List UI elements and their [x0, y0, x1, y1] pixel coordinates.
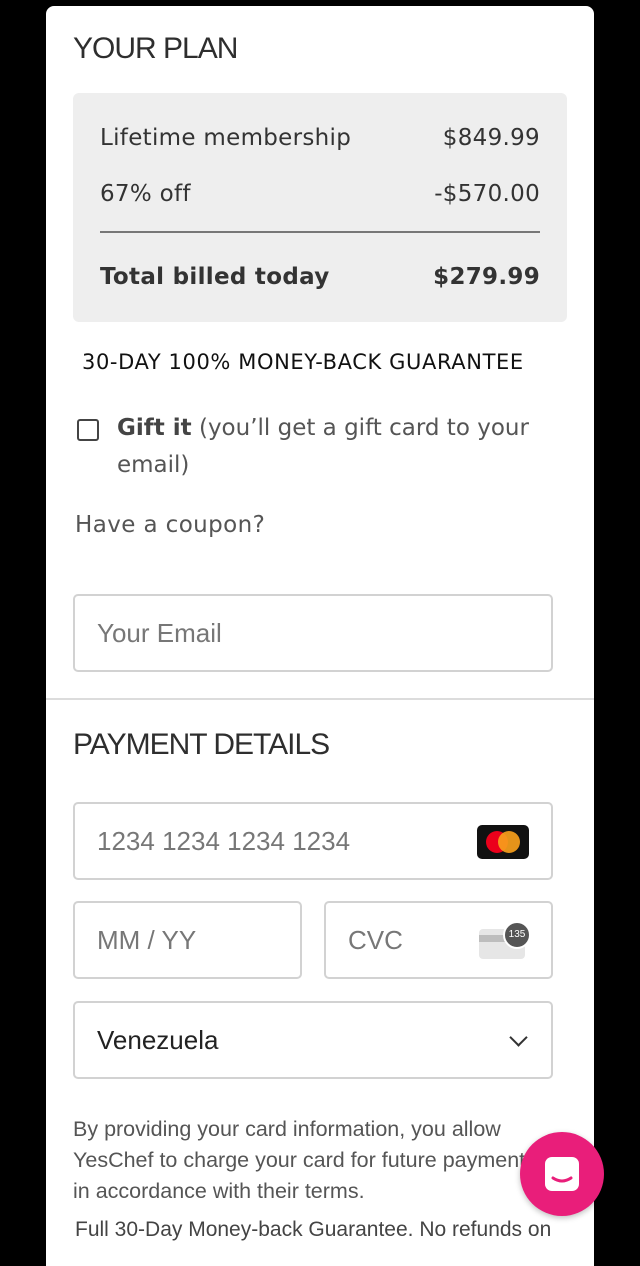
- chevron-down-icon: [509, 1028, 528, 1047]
- cvc-card-icon: 135: [479, 921, 531, 959]
- plan-section-title: YOUR PLAN: [73, 32, 238, 65]
- card-number-input[interactable]: [97, 804, 454, 878]
- membership-row: Lifetime membership $849.99: [100, 125, 540, 151]
- country-value: Venezuela: [97, 1025, 219, 1055]
- chat-launcher-button[interactable]: [520, 1132, 604, 1216]
- section-divider: [46, 698, 594, 700]
- chat-icon: [545, 1157, 579, 1191]
- cvc-badge: 135: [503, 921, 531, 949]
- gift-checkbox[interactable]: [77, 419, 99, 441]
- coupon-link[interactable]: Have a coupon?: [75, 512, 265, 538]
- payment-section-title: PAYMENT DETAILS: [73, 728, 330, 761]
- total-row: Total billed today $279.99: [100, 264, 540, 290]
- total-label: Total billed today: [100, 264, 330, 290]
- cvc-input[interactable]: [348, 903, 472, 977]
- expiry-box[interactable]: [73, 901, 302, 979]
- country-select[interactable]: Venezuela: [73, 1001, 553, 1079]
- plan-divider: [100, 231, 540, 233]
- total-value: $279.99: [433, 264, 540, 290]
- card-number-box[interactable]: [73, 802, 553, 880]
- card-authorization-text: By providing your card information, you …: [73, 1117, 536, 1203]
- cvc-box[interactable]: 135: [324, 901, 553, 979]
- money-back-guarantee: 30-DAY 100% MONEY-BACK GUARANTEE: [82, 350, 524, 374]
- refund-policy-text: Full 30-Day Money-back Guarantee. No ref…: [75, 1218, 552, 1241]
- membership-price: $849.99: [442, 125, 540, 151]
- discount-value: -$570.00: [434, 181, 540, 207]
- gift-option[interactable]: Gift it (you’ll get a gift card to your …: [77, 410, 537, 484]
- membership-label: Lifetime membership: [100, 125, 352, 151]
- mastercard-icon: [477, 825, 529, 859]
- expiry-input[interactable]: [97, 903, 266, 977]
- plan-summary-box: Lifetime membership $849.99 67% off -$57…: [73, 93, 567, 322]
- discount-row: 67% off -$570.00: [100, 181, 540, 207]
- gift-label: Gift it (you’ll get a gift card to your …: [117, 410, 537, 484]
- discount-label: 67% off: [100, 181, 191, 207]
- email-field-box[interactable]: [73, 594, 553, 672]
- email-field[interactable]: [97, 596, 454, 670]
- gift-label-bold: Gift it: [117, 415, 192, 441]
- checkout-page: YOUR PLAN Lifetime membership $849.99 67…: [46, 6, 594, 1266]
